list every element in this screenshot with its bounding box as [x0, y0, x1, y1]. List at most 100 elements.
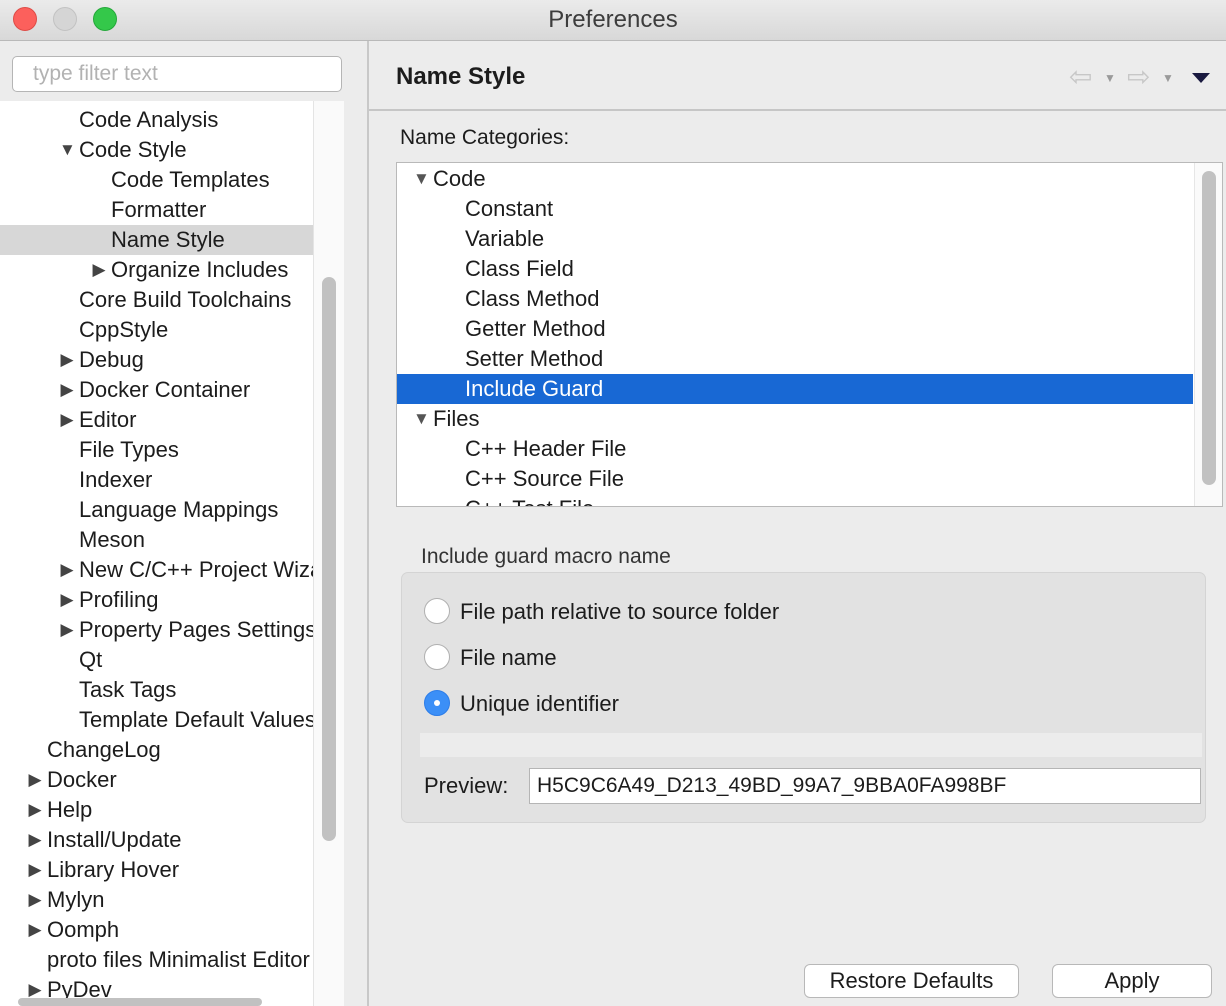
categories-vertical-scrollbar[interactable] [1194, 163, 1222, 506]
tree-scroll-thumb[interactable] [322, 277, 336, 841]
tree-item-label: Mylyn [47, 887, 105, 912]
tree-item[interactable]: Code Templates [0, 165, 313, 195]
category-item[interactable]: C++ Test File [397, 494, 1193, 506]
tree-item[interactable]: ▶ Library Hover [0, 855, 313, 885]
tree-item[interactable]: proto files Minimalist Editor [0, 945, 313, 975]
tree-item[interactable]: ▼ Code Style [0, 135, 313, 165]
tree-item[interactable]: Name Style [0, 225, 313, 255]
tree-item-label: Qt [79, 647, 103, 672]
tree-horizontal-scroll-thumb[interactable] [18, 998, 262, 1006]
radio-button[interactable] [424, 598, 450, 624]
collapsed-arrow-icon[interactable]: ▶ [27, 795, 43, 825]
tree-item[interactable]: ▶ Debug [0, 345, 313, 375]
forward-history-dropdown-icon[interactable]: ▼ [1162, 71, 1174, 85]
categories-scroll-thumb[interactable] [1202, 171, 1216, 485]
category-item[interactable]: Constant [397, 194, 1193, 224]
tree-item[interactable]: ▶ Install/Update [0, 825, 313, 855]
collapsed-arrow-icon[interactable]: ▶ [27, 885, 43, 915]
collapsed-arrow-icon[interactable]: ▶ [27, 915, 43, 945]
radio-button[interactable] [424, 690, 450, 716]
category-item-label: C++ Source File [465, 466, 624, 491]
tree-item[interactable]: ▶ Organize Includes [0, 255, 313, 285]
category-item-label: Class Field [465, 256, 574, 281]
tree-item[interactable]: CppStyle [0, 315, 313, 345]
radio-button[interactable] [424, 644, 450, 670]
restore-defaults-button[interactable]: Restore Defaults [804, 964, 1019, 998]
tree-item[interactable]: ▶ Docker [0, 765, 313, 795]
preference-page: Name Style ⇦ ▼ ⇨ ▼ Name Categories: ▼ Cod… [369, 41, 1226, 1006]
back-history-dropdown-icon[interactable]: ▼ [1104, 71, 1116, 85]
tree-item[interactable]: Language Mappings [0, 495, 313, 525]
collapsed-arrow-icon[interactable]: ▶ [59, 555, 75, 585]
tree-item[interactable]: ▶ Docker Container [0, 375, 313, 405]
radio-label: Unique identifier [460, 691, 619, 716]
tree-item[interactable]: ▶ Property Pages Settings [0, 615, 313, 645]
tree-item-label: Name Style [111, 227, 225, 252]
category-item[interactable]: ▼ Code [397, 164, 1193, 194]
collapsed-arrow-icon[interactable]: ▶ [59, 375, 75, 405]
tree-item-label: Profiling [79, 587, 159, 612]
back-arrow-icon[interactable]: ⇦ [1069, 63, 1092, 91]
forward-arrow-icon[interactable]: ⇨ [1127, 63, 1150, 91]
tree-item[interactable]: Core Build Toolchains [0, 285, 313, 315]
tree-item[interactable]: Code Analysis [0, 105, 313, 135]
preview-field[interactable]: H5C9C6A49_D213_49BD_99A7_9BBA0FA998BF [529, 768, 1201, 804]
tree-item[interactable]: ▶ Mylyn [0, 885, 313, 915]
preferences-navigation-pane: CMakeCode Analysis▼Code StyleCode Templa… [0, 41, 367, 1006]
collapsed-arrow-icon[interactable]: ▶ [27, 825, 43, 855]
view-menu-icon[interactable] [1192, 73, 1210, 83]
tree-item[interactable]: ▶ Oomph [0, 915, 313, 945]
page-title: Name Style [396, 63, 526, 90]
category-item[interactable]: Class Method [397, 284, 1193, 314]
category-item[interactable]: Include Guard [397, 374, 1193, 404]
name-categories-label: Name Categories: [400, 126, 570, 149]
tree-item[interactable]: ▶New C/C++ Project Wizard [0, 555, 313, 585]
spacer-bar [420, 733, 1202, 757]
category-item-label: Files [433, 406, 480, 431]
tree-item[interactable]: Qt [0, 645, 313, 675]
tree-item[interactable]: ▶ Editor [0, 405, 313, 435]
tree-item[interactable]: ChangeLog [0, 735, 313, 765]
category-item[interactable]: Setter Method [397, 344, 1193, 374]
category-item[interactable]: Getter Method [397, 314, 1193, 344]
category-item[interactable]: C++ Header File [397, 434, 1193, 464]
category-item-label: C++ Header File [465, 436, 627, 461]
tree-item[interactable]: Meson [0, 525, 313, 555]
tree-item[interactable]: ▶ Help [0, 795, 313, 825]
tree-item-label: Indexer [79, 467, 153, 492]
category-item[interactable]: ▼ Files [397, 404, 1193, 434]
tree-item-label: Editor [79, 407, 137, 432]
collapsed-arrow-icon[interactable]: ▶ [59, 405, 75, 435]
collapsed-arrow-icon[interactable]: ▶ [59, 615, 75, 645]
category-item[interactable]: Variable [397, 224, 1193, 254]
expanded-arrow-icon[interactable]: ▼ [413, 404, 430, 434]
tree-item[interactable]: Task Tags [0, 675, 313, 705]
tree-item[interactable]: File Types [0, 435, 313, 465]
tree-item[interactable]: Indexer [0, 465, 313, 495]
category-item[interactable]: C++ Source File [397, 464, 1193, 494]
tree-item-label: Organize Includes [111, 257, 289, 282]
tree-item-label: Template Default Values [79, 707, 313, 732]
preview-label: Preview: [424, 773, 509, 798]
expanded-arrow-icon[interactable]: ▼ [413, 164, 430, 194]
radio-label: File path relative to source folder [460, 599, 780, 624]
apply-button[interactable]: Apply [1052, 964, 1212, 998]
expanded-arrow-icon[interactable]: ▼ [59, 135, 76, 165]
tree-item[interactable]: Template Default Values [0, 705, 313, 735]
tree-item-label: Help [47, 797, 93, 822]
tree-item[interactable]: ▶ Profiling [0, 585, 313, 615]
collapsed-arrow-icon[interactable]: ▶ [59, 345, 75, 375]
radio-label: File name [460, 645, 557, 670]
tree-item-label: proto files Minimalist Editor [47, 947, 310, 972]
collapsed-arrow-icon[interactable]: ▶ [59, 585, 75, 615]
collapsed-arrow-icon[interactable]: ▶ [27, 855, 43, 885]
filter-input[interactable] [12, 56, 342, 92]
tree-item[interactable]: Formatter [0, 195, 313, 225]
tree-vertical-scrollbar[interactable] [313, 101, 344, 1006]
collapsed-arrow-icon[interactable]: ▶ [91, 255, 107, 285]
collapsed-arrow-icon[interactable]: ▶ [27, 765, 43, 795]
category-item-label: Setter Method [465, 346, 604, 371]
category-item[interactable]: Class Field [397, 254, 1193, 284]
category-item-label: Getter Method [465, 316, 606, 341]
tree-item-label: Task Tags [79, 677, 177, 702]
